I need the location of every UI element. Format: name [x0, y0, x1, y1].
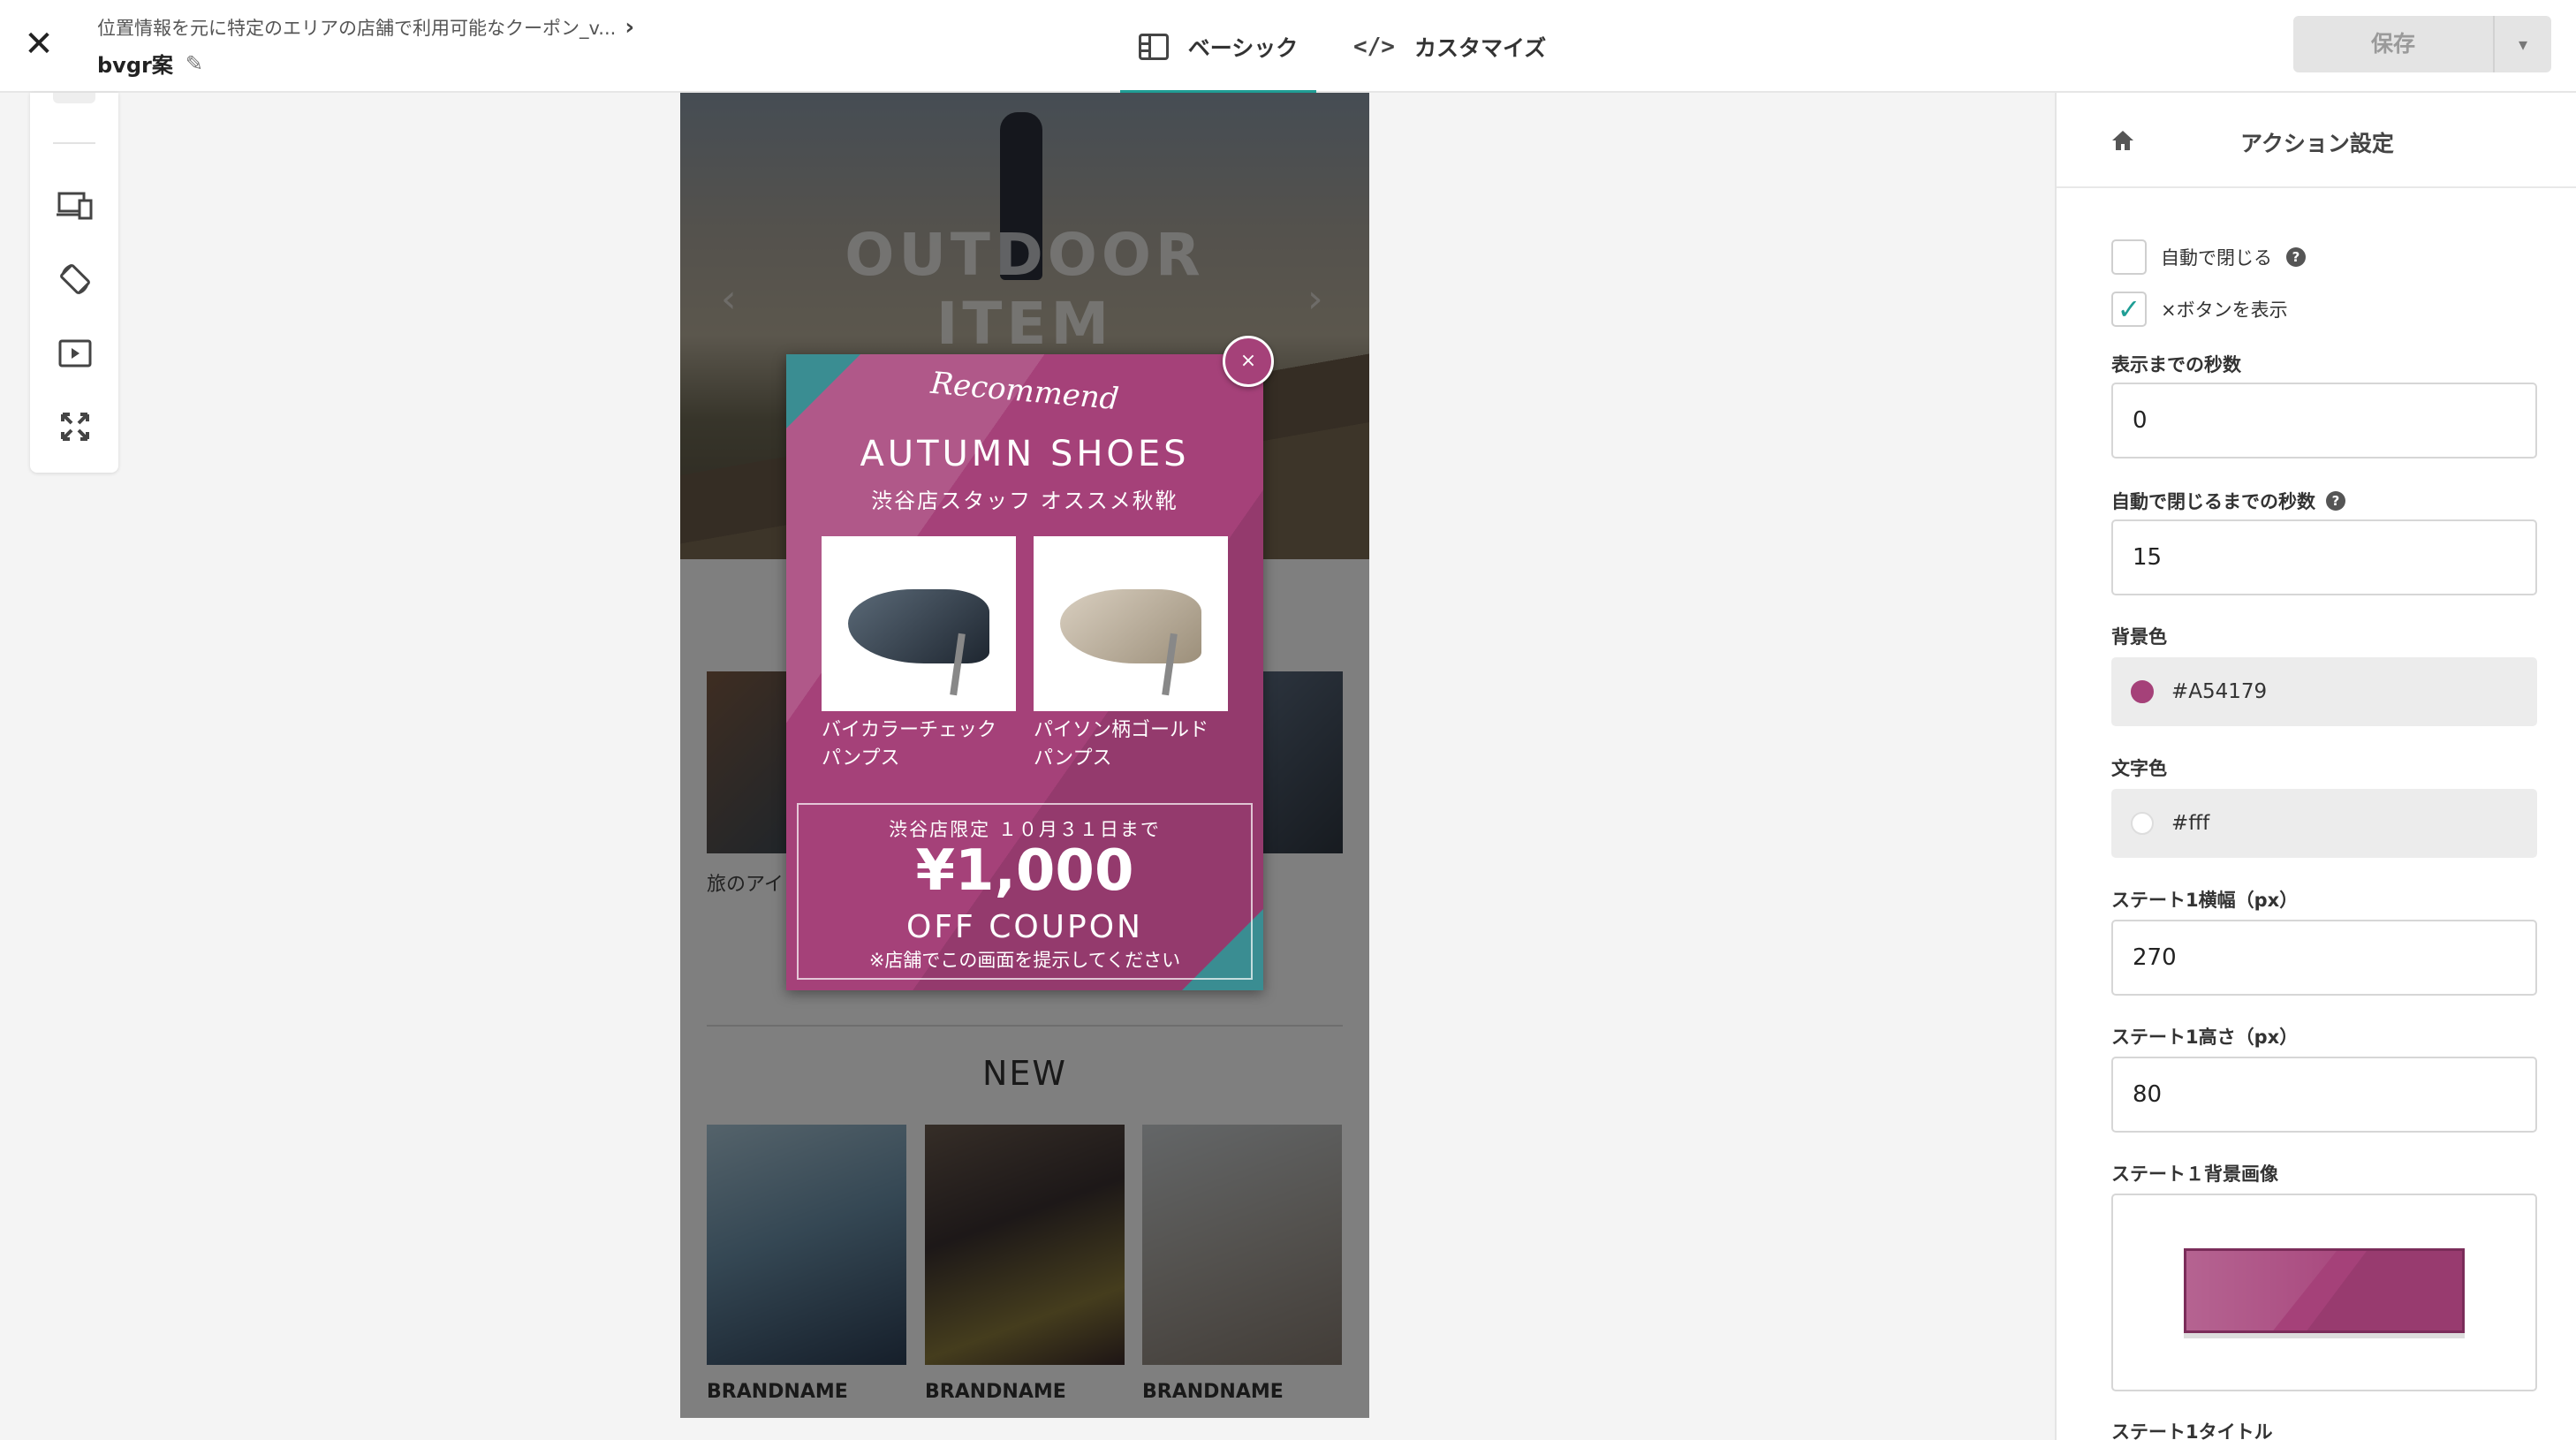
product-name-line: パンプス — [1034, 747, 1112, 769]
close-icon[interactable]: ✕ — [21, 23, 57, 65]
text-color-value: #fff — [2171, 812, 2210, 835]
breadcrumb-label[interactable]: 位置情報を元に特定のエリアの店舗で利用可能なクーポン_v... — [97, 14, 616, 41]
play-icon[interactable] — [57, 335, 94, 372]
state1-width-label: ステート1横幅（px） — [2111, 886, 2298, 913]
close-after-label: 自動で閉じるまでの秒数 ? — [2111, 488, 2345, 514]
rotate-icon[interactable] — [57, 261, 94, 298]
product-image[interactable] — [1034, 536, 1228, 711]
panel-icon — [1138, 33, 1169, 60]
product-name: バイカラーチェック パンプス — [822, 716, 1016, 773]
delay-label-text: 表示までの秒数 — [2111, 354, 2241, 375]
settings-panel: アクション設定 自動で閉じる ? ✓ ×ボタンを表示 表示までの秒数 0 自動で… — [2055, 93, 2576, 1440]
state1-width-label-text: ステート1横幅（px） — [2111, 890, 2299, 911]
coupon-price: ¥1,000 — [915, 838, 1134, 904]
color-swatch[interactable] — [2131, 680, 2154, 703]
bg-color-field[interactable]: #A54179 — [2111, 657, 2537, 726]
help-icon[interactable]: ? — [2286, 247, 2306, 267]
color-swatch[interactable] — [2131, 812, 2154, 835]
document-name: bvgr案 ✎ — [97, 48, 203, 79]
save-button[interactable]: 保存 — [2293, 16, 2495, 72]
coupon-box[interactable]: 渋谷店限定 １０月３１日まで ¥1,000 OFF COUPON ※店舗でこの画… — [797, 803, 1253, 980]
state1-height-label-text: ステート1高さ（px） — [2111, 1027, 2299, 1048]
product-name-line: バイカラーチェック — [822, 719, 997, 741]
bg-color-value: #A54179 — [2171, 680, 2268, 703]
tab-basic[interactable]: ベーシック — [1120, 0, 1316, 95]
bg-color-label-text: 背景色 — [2111, 626, 2167, 648]
panel-header: アクション設定 — [2057, 93, 2576, 188]
close-after-label-text: 自動で閉じるまでの秒数 — [2111, 491, 2315, 512]
auto-close-row: 自動で閉じる ? — [2111, 239, 2306, 275]
coupon-off: OFF COUPON — [906, 909, 1143, 945]
expand-icon[interactable] — [57, 408, 94, 445]
show-close-label: ×ボタンを表示 — [2161, 299, 2288, 321]
text-color-label-text: 文字色 — [2111, 758, 2167, 779]
shoe-shape — [848, 589, 989, 663]
bg-image-thumbnail — [2184, 1248, 2465, 1333]
state1-height-input[interactable]: 80 — [2111, 1057, 2537, 1133]
state1-title-label-text: ステート1タイトル — [2111, 1421, 2273, 1440]
state1-bg-image-label: ステート１背景画像 — [2111, 1160, 2278, 1186]
delay-input[interactable]: 0 — [2111, 383, 2537, 459]
text-color-label: 文字色 — [2111, 754, 2167, 781]
chevron-down-icon[interactable]: ▾ — [2495, 16, 2551, 72]
product-name-line: パイソン柄ゴールド — [1034, 719, 1209, 741]
auto-close-checkbox[interactable] — [2111, 239, 2147, 275]
toolbar-divider — [53, 142, 95, 144]
show-close-row: ✓ ×ボタンを表示 — [2111, 292, 2288, 327]
product-name-line: パンプス — [822, 747, 900, 769]
shoe-shape — [1060, 589, 1201, 663]
breadcrumb[interactable]: 位置情報を元に特定のエリアの店舗で利用可能なクーポン_v... › — [97, 14, 634, 41]
state1-height-label: ステート1高さ（px） — [2111, 1023, 2298, 1050]
state1-bg-image-label-text: ステート１背景画像 — [2111, 1163, 2278, 1185]
chevron-right-icon[interactable]: › — [625, 14, 634, 41]
tab-customize[interactable]: </> カスタマイズ — [1353, 0, 1546, 93]
bg-color-label: 背景色 — [2111, 623, 2167, 649]
image-upload-box[interactable] — [2111, 1194, 2537, 1391]
coupon-note: ※店舗でこの画面を提示してください — [868, 950, 1181, 971]
show-close-checkbox[interactable]: ✓ — [2111, 292, 2147, 327]
help-icon[interactable]: ? — [2326, 491, 2345, 511]
coupon-popup: Recommend AUTUMN SHOES 渋谷店スタッフ オススメ秋靴 バイ… — [786, 354, 1263, 990]
tab-basic-label: ベーシック — [1187, 34, 1299, 61]
popup-title: AUTUMN SHOES — [860, 434, 1190, 474]
close-after-input[interactable]: 15 — [2111, 519, 2537, 595]
state1-width-input[interactable]: 270 — [2111, 920, 2537, 996]
panel-title: アクション設定 — [2240, 131, 2394, 156]
preview-toolbar — [30, 93, 118, 473]
toolbar-top-stub — [53, 93, 95, 103]
product-image[interactable] — [822, 536, 1016, 711]
code-icon: </> — [1353, 33, 1395, 60]
delay-label: 表示までの秒数 — [2111, 351, 2241, 377]
pencil-icon[interactable]: ✎ — [186, 51, 203, 76]
tab-customize-label: カスタマイズ — [1413, 34, 1547, 61]
text-color-field[interactable]: #fff — [2111, 789, 2537, 858]
popup-subtitle: 渋谷店スタッフ オススメ秋靴 — [871, 489, 1178, 513]
state1-title-label: ステート1タイトル — [2111, 1418, 2273, 1440]
product-name: パイソン柄ゴールド パンプス — [1034, 716, 1228, 773]
auto-close-label: 自動で閉じる — [2161, 247, 2272, 269]
top-header: ✕ 位置情報を元に特定のエリアの店舗で利用可能なクーポン_v... › bvgr… — [0, 0, 2576, 95]
popup-close-button[interactable]: × — [1223, 336, 1274, 387]
devices-icon[interactable] — [57, 187, 94, 224]
save-button-group: 保存 ▾ — [2293, 16, 2551, 72]
document-name-label: bvgr案 — [97, 53, 173, 78]
